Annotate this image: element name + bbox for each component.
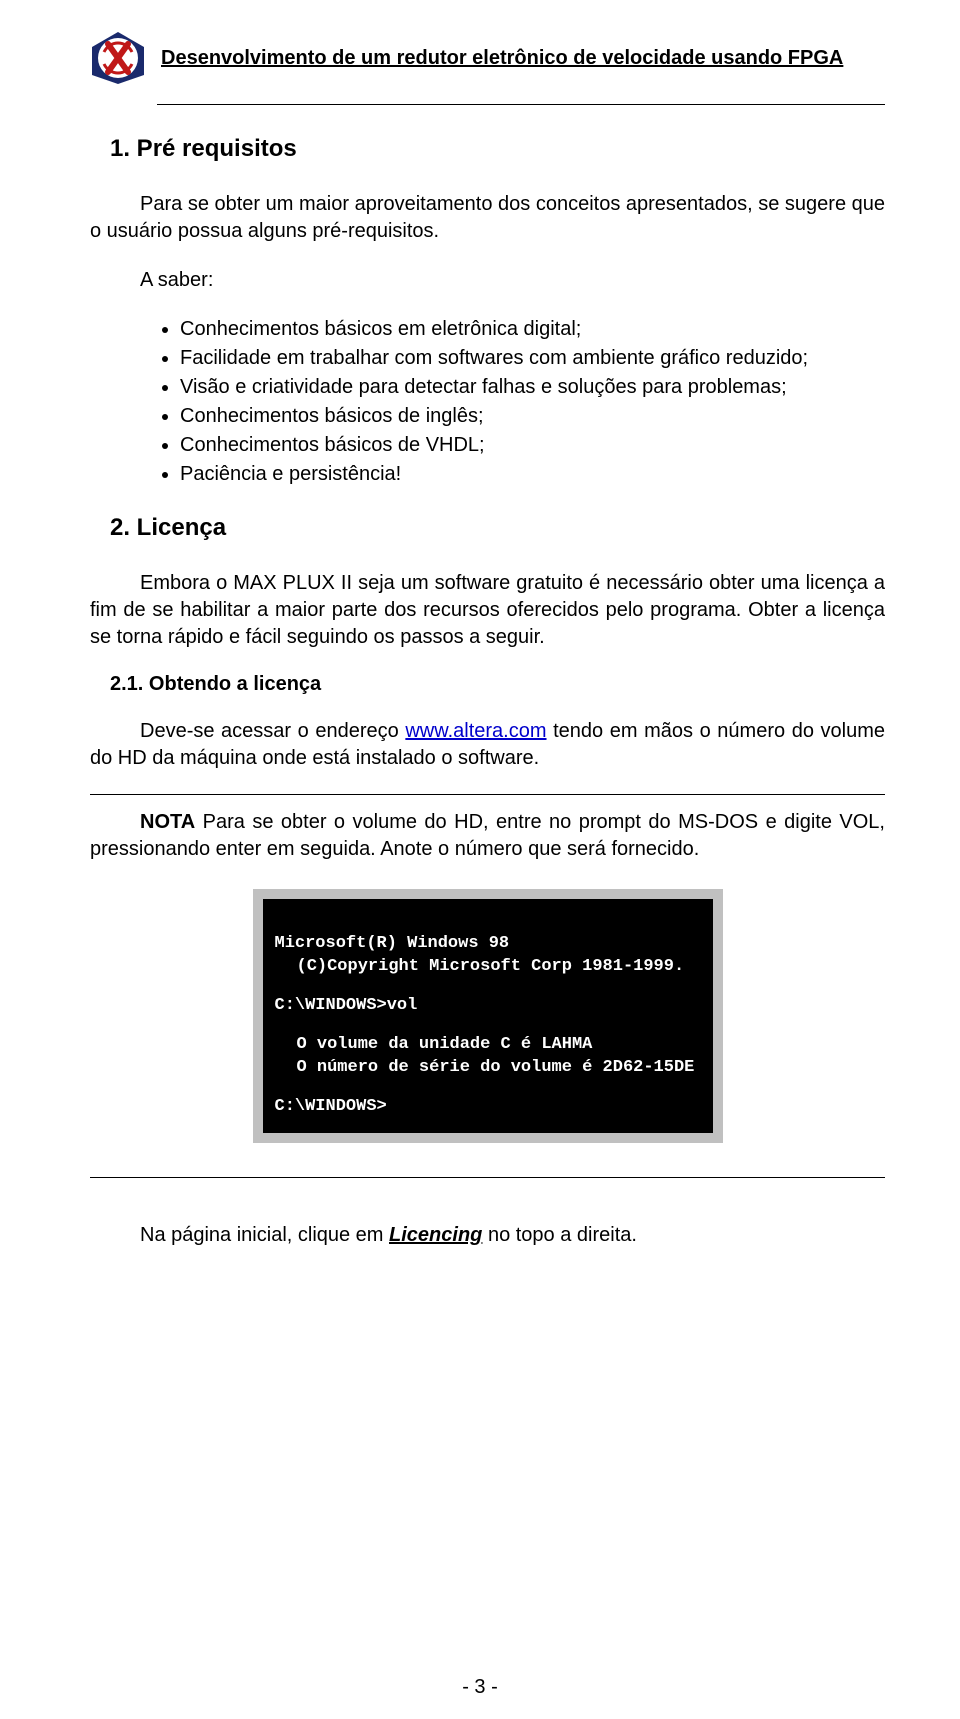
list-item: Conhecimentos básicos de inglês; [180,403,885,430]
section-1-asaber: A saber: [90,267,885,294]
page-number: - 3 - [0,1676,960,1699]
section-1-intro: Para se obter um maior aproveitamento do… [90,191,885,245]
section-2-heading: 2. Licença [90,514,885,542]
page-header: Desenvolvimento de um redutor eletrônico… [90,30,885,86]
list-item: Conhecimentos básicos em eletrônica digi… [180,316,885,343]
msdos-terminal: Microsoft(R) Windows 98 (C)Copyright Mic… [253,889,723,1143]
terminal-line: C:\WINDOWS> [275,1096,701,1119]
final-pre: Na página inicial, clique em [140,1224,389,1246]
licencing-link[interactable]: Licencing [389,1224,482,1246]
note-rest: Para se obter o volume do HD, entre no p… [90,811,885,860]
altera-link[interactable]: www.altera.com [405,720,546,742]
logo-icon [90,30,146,86]
section-2-1-heading: 2.1. Obtendo a licença [90,673,885,696]
terminal-line: O volume da unidade C é LAHMA [275,1034,701,1057]
list-item: Paciência e persistência! [180,461,885,488]
terminal-line: Microsoft(R) Windows 98 [275,933,701,956]
prereq-list: Conhecimentos básicos em eletrônica digi… [180,316,885,488]
final-paragraph: Na página inicial, clique em Licencing n… [90,1222,885,1249]
header-divider [157,104,885,105]
terminal-line: (C)Copyright Microsoft Corp 1981-1999. [275,956,701,979]
para2-pre: Deve-se acessar o endereço [140,720,405,742]
note-bottom-divider [90,1177,885,1178]
list-item: Conhecimentos básicos de VHDL; [180,432,885,459]
note-lead: NOTA [140,811,195,833]
section-2-para1: Embora o MAX PLUX II seja um software gr… [90,570,885,651]
terminal-line: O número de série do volume é 2D62-15DE [275,1057,701,1080]
note-text: NOTA Para se obter o volume do HD, entre… [90,809,885,863]
terminal-line: C:\WINDOWS>vol [275,995,701,1018]
note-block: NOTA Para se obter o volume do HD, entre… [90,809,885,863]
list-item: Facilidade em trabalhar com softwares co… [180,345,885,372]
final-post: no topo a direita. [482,1224,637,1246]
list-item: Visão e criatividade para detectar falha… [180,374,885,401]
terminal-screenshot: Microsoft(R) Windows 98 (C)Copyright Mic… [90,889,885,1143]
section-1-heading: 1. Pré requisitos [90,135,885,163]
section-2-para2: Deve-se acessar o endereço www.altera.co… [90,718,885,772]
note-top-divider [90,794,885,795]
document-title: Desenvolvimento de um redutor eletrônico… [161,47,843,70]
